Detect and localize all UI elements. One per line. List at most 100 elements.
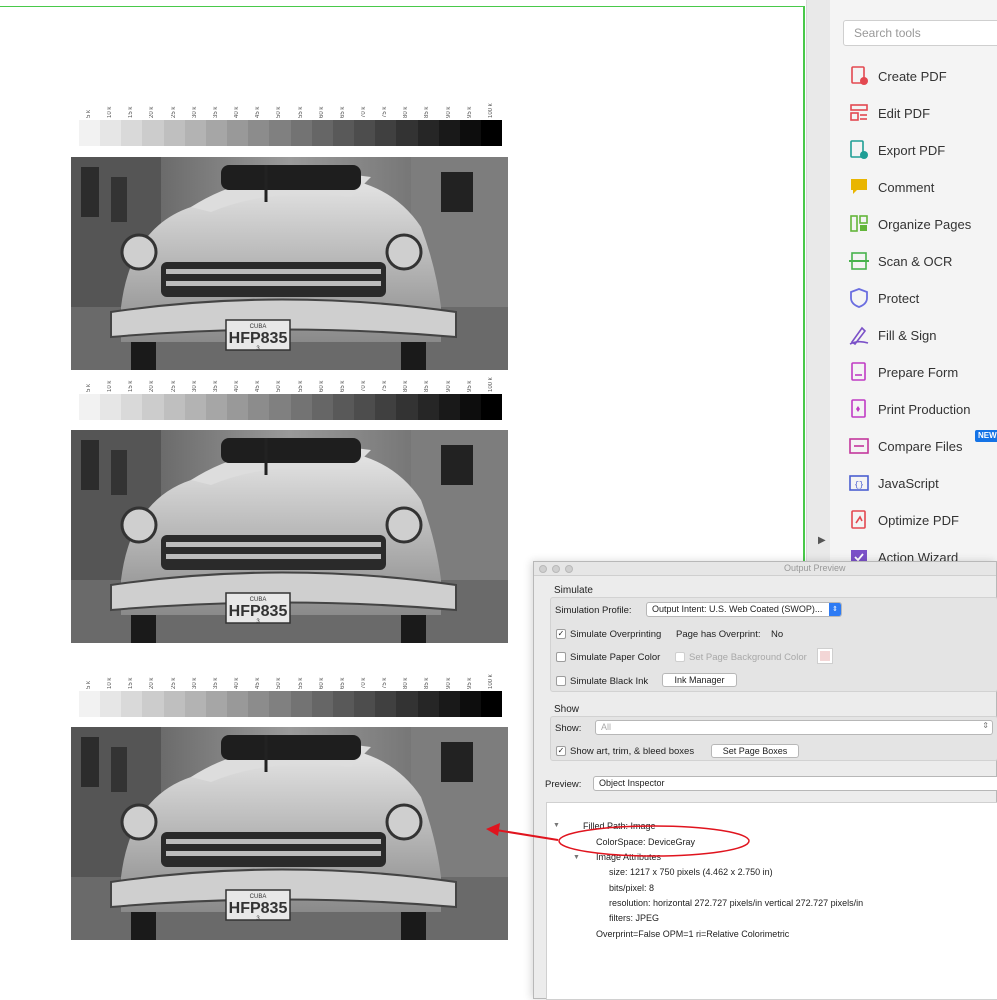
page-has-overprint-label: Page has Overprint:: [676, 629, 761, 640]
set-page-boxes-button[interactable]: Set Page Boxes: [711, 744, 799, 758]
scale-tick-label: 55 k: [297, 380, 304, 392]
gray-swatch: [332, 394, 355, 420]
scale-tick-label: 25 k: [170, 380, 177, 392]
ink-manager-button[interactable]: Ink Manager: [662, 673, 737, 687]
tree-colorspace: ColorSpace: DeviceGray: [596, 837, 696, 847]
scale-tick-label: 60 k: [318, 380, 325, 392]
close-window-button[interactable]: [539, 565, 547, 573]
scale-tick-label: 60 k: [318, 677, 325, 689]
tool-fill-sign[interactable]: Fill & Sign: [848, 320, 997, 350]
gray-swatch: [248, 120, 270, 146]
gray-swatch: [205, 394, 228, 420]
show-select[interactable]: All ⇕: [595, 720, 993, 735]
tool-create-pdf[interactable]: Create PDF: [848, 61, 997, 91]
car-photo-3[interactable]: CUBA HFP835 3: [71, 727, 508, 940]
page-background-color-swatch[interactable]: [817, 648, 833, 664]
gray-swatch: [184, 394, 206, 420]
gray-swatch: [269, 394, 291, 420]
output-preview-dialog: Output Preview Simulate Simulation Profi…: [533, 561, 997, 1000]
new-badge: NEW: [975, 430, 997, 442]
simulate-paper-color-label: Simulate Paper Color: [570, 652, 661, 663]
set-page-background-checkbox[interactable]: [675, 652, 685, 662]
scale-tick-label: 15 k: [128, 677, 135, 689]
scale-tick-label: 50 k: [276, 380, 283, 392]
preview-select[interactable]: Object Inspector: [593, 776, 997, 791]
preview-label: Preview:: [545, 779, 582, 790]
tool-comment[interactable]: Comment: [848, 172, 997, 202]
tool-prepare-form[interactable]: Prepare Form: [848, 357, 997, 387]
simulate-overprinting-label: Simulate Overprinting: [570, 629, 662, 640]
tool-organize-pages[interactable]: Organize Pages: [848, 209, 997, 239]
scale-tick-label: 5 k: [86, 109, 92, 118]
gray-swatch: [248, 394, 270, 420]
expand-arrow-icon[interactable]: ▶: [818, 535, 826, 546]
scale-tick-label: 30 k: [191, 380, 198, 392]
scale-tick-label: 20 k: [149, 106, 156, 118]
tool-label: Comment: [878, 179, 935, 195]
gray-swatch: [205, 120, 228, 146]
scale-tick-label: 75 k: [382, 677, 389, 689]
tool-javascript[interactable]: {} JavaScript: [848, 468, 997, 498]
gray-swatch: [438, 691, 460, 717]
gray-swatch: [332, 691, 355, 717]
simulation-profile-select[interactable]: Output Intent: U.S. Web Coated (SWOP)...…: [646, 602, 842, 617]
simulate-overprinting-checkbox[interactable]: ✓: [556, 629, 566, 639]
scale-tick-label: 25 k: [170, 677, 177, 689]
scale-tick-label: 45 k: [255, 106, 262, 118]
gray-swatch: [438, 120, 460, 146]
simulation-profile-value: Output Intent: U.S. Web Coated (SWOP)...: [652, 604, 823, 614]
scale-tick-label: 85 k: [424, 677, 431, 689]
gray-swatch: [121, 691, 143, 717]
scale-tick-label: 35 k: [212, 106, 219, 118]
edit-pdf-icon: [848, 102, 870, 124]
export-pdf-icon: [848, 139, 870, 161]
simulation-profile-label: Simulation Profile:: [555, 605, 632, 616]
tool-optimize-pdf[interactable]: Optimize PDF: [848, 505, 997, 535]
tool-print-production[interactable]: Print Production: [848, 394, 997, 424]
gray-swatch: [142, 120, 164, 146]
gray-swatch: [290, 120, 312, 146]
scale-tick-label: 65 k: [339, 106, 346, 118]
show-boxes-checkbox[interactable]: ✓: [556, 746, 566, 756]
tool-label: Print Production: [878, 401, 971, 417]
simulate-black-ink-checkbox[interactable]: [556, 676, 566, 686]
gray-swatch: [417, 120, 439, 146]
svg-text:{}: {}: [854, 481, 864, 490]
gray-swatch: [79, 394, 101, 420]
tool-edit-pdf[interactable]: Edit PDF: [848, 98, 997, 128]
gray-swatch: [100, 394, 122, 420]
gray-swatch: [269, 691, 291, 717]
scale-tick-label: 45 k: [255, 677, 262, 689]
simulate-black-ink-label: Simulate Black Ink: [570, 676, 649, 687]
minimize-window-button[interactable]: [552, 565, 560, 573]
scale-swatches: [79, 394, 503, 420]
tool-protect[interactable]: Protect: [848, 283, 997, 313]
svg-text:HFP835: HFP835: [229, 603, 288, 620]
javascript-icon: {}: [848, 472, 870, 494]
disclosure-triangle-icon[interactable]: ▼: [573, 854, 580, 861]
tool-scan-ocr[interactable]: Scan & OCR: [848, 246, 997, 276]
simulate-paper-color-checkbox[interactable]: [556, 652, 566, 662]
tree-filters: filters: JPEG: [609, 913, 660, 923]
scale-tick-label: 15 k: [128, 106, 135, 118]
tool-label: Protect: [878, 290, 920, 306]
search-tools-input[interactable]: Search tools: [843, 20, 997, 46]
dialog-title: Output Preview: [784, 563, 846, 573]
panel-collapse-strip[interactable]: [806, 0, 830, 566]
disclosure-triangle-icon[interactable]: ▼: [553, 822, 560, 829]
gray-swatch: [100, 120, 122, 146]
scale-tick-label: 40 k: [234, 677, 241, 689]
gray-swatch: [396, 120, 418, 146]
scale-tick-label: 75 k: [382, 106, 389, 118]
scale-tick-label: 5 k: [86, 680, 92, 689]
zoom-window-button[interactable]: [565, 565, 573, 573]
tool-label: Edit PDF: [878, 105, 931, 121]
gray-swatch: [205, 691, 228, 717]
scale-tick-label: 85 k: [424, 380, 431, 392]
tree-overprint: Overprint=False OPM=1 ri=Relative Colori…: [596, 929, 790, 939]
svg-text:HFP835: HFP835: [229, 330, 288, 347]
tool-export-pdf[interactable]: Export PDF: [848, 135, 997, 165]
gray-swatch: [396, 394, 418, 420]
scale-tick-label: 45 k: [255, 380, 262, 392]
create-pdf-icon: [848, 65, 870, 87]
